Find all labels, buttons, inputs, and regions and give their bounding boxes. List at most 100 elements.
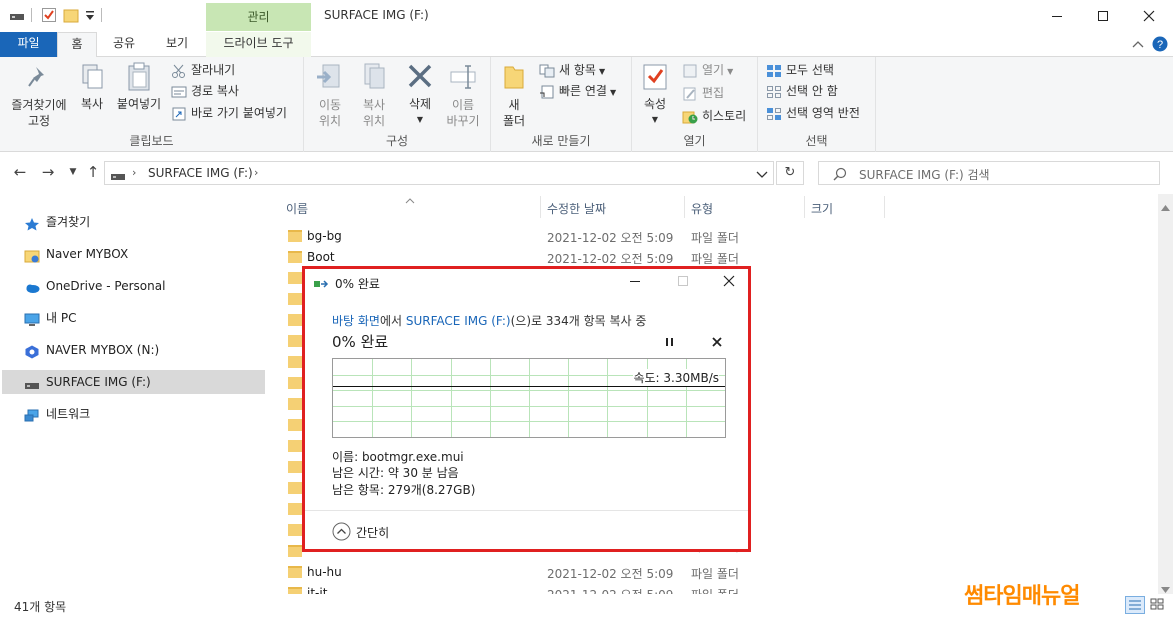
window-title: SURFACE IMG (F:) — [324, 8, 429, 22]
new-item-dropdown-icon[interactable]: ▼ — [599, 67, 605, 76]
sidebar-item-this-pc[interactable]: 내 PC — [2, 306, 265, 330]
fewer-details-label: 간단히 — [356, 526, 390, 540]
column-divider[interactable] — [540, 196, 541, 218]
column-header-type[interactable]: 유형 — [691, 200, 713, 217]
scroll-up-icon[interactable] — [1161, 200, 1170, 214]
history-button[interactable]: 히스토리 — [682, 106, 746, 126]
cut-button[interactable]: 잘라내기 — [171, 60, 235, 80]
dialog-close-button[interactable] — [721, 273, 737, 289]
column-divider[interactable] — [684, 196, 685, 218]
sidebar-item-network[interactable]: 네트워크 — [2, 402, 265, 426]
pin-to-quick-access-button[interactable]: 즐겨찾기에 고정 — [4, 61, 74, 129]
back-arrow-icon[interactable]: ← — [10, 161, 30, 183]
move-to-button[interactable]: 이동 위치 — [310, 61, 350, 129]
pin-label: 즐겨찾기에 고정 — [11, 98, 67, 128]
address-path[interactable]: SURFACE IMG (F:) — [148, 166, 253, 180]
maximize-button[interactable] — [1080, 0, 1126, 32]
copy-path-button[interactable]: 경로 복사 — [171, 81, 239, 101]
sidebar-item-naver-mybox-drive[interactable]: NAVER MYBOX (N:) — [2, 338, 265, 362]
column-header-size[interactable]: 크기 — [811, 200, 833, 217]
properties-check-icon[interactable] — [42, 8, 56, 22]
column-header-date[interactable]: 수정한 날짜 — [547, 200, 606, 217]
time-remaining: 남은 시간: 약 30 분 남음 — [332, 466, 459, 480]
new-folder-quick-icon[interactable] — [63, 7, 79, 23]
paste-shortcut-button[interactable]: 바로 가기 붙여넣기 — [171, 103, 287, 123]
cancel-copy-button[interactable] — [710, 335, 724, 349]
refresh-icon[interactable]: ↻ — [776, 161, 804, 185]
tab-home[interactable]: 홈 — [57, 32, 97, 58]
invert-selection-button[interactable]: 선택 영역 반전 — [766, 103, 860, 123]
breadcrumb-chevron-icon-2[interactable]: › — [254, 166, 258, 179]
select-group-label: 선택 — [805, 134, 828, 148]
column-divider[interactable] — [884, 196, 885, 218]
group-organize: 이동 위치 복사 위치 삭제 ▼ 이름 바꾸기 구성 — [304, 57, 491, 152]
large-icons-view-icon[interactable] — [1148, 596, 1168, 614]
search-input[interactable]: SURFACE IMG (F:) 검색 — [818, 161, 1160, 185]
new-folder-button[interactable]: 새 폴더 — [499, 61, 529, 129]
sidebar-item-surface-img[interactable]: SURFACE IMG (F:) — [2, 370, 265, 394]
tab-file[interactable]: 파일 — [0, 32, 57, 57]
vertical-scrollbar[interactable] — [1158, 194, 1173, 594]
tab-view[interactable]: 보기 — [152, 32, 202, 57]
easy-access-button[interactable]: 빠른 연결 ▼ — [539, 81, 616, 101]
delete-button[interactable]: 삭제 ▼ — [402, 61, 438, 127]
details-view-icon[interactable] — [1125, 596, 1145, 614]
table-row[interactable]: Boot 2021-12-02 오전 5:09 파일 폴더 — [268, 247, 1148, 268]
file-name: it-it — [307, 586, 328, 594]
table-row[interactable]: bg-bg 2021-12-02 오전 5:09 파일 폴더 — [268, 226, 1148, 247]
forward-arrow-icon[interactable]: → — [38, 161, 58, 183]
tab-share[interactable]: 공유 — [100, 32, 148, 57]
collapse-ribbon-icon[interactable] — [1132, 38, 1144, 50]
history-label: 히스토리 — [702, 109, 747, 123]
copy-button[interactable]: 복사 — [76, 61, 108, 112]
folder-icon — [288, 461, 302, 473]
folder-icon — [288, 356, 302, 368]
delete-dropdown-icon[interactable]: ▼ — [402, 112, 438, 127]
sidebar-item-onedrive[interactable]: OneDrive - Personal — [2, 274, 265, 298]
address-bar[interactable]: › SURFACE IMG (F:) › — [104, 161, 774, 185]
pause-button[interactable] — [663, 335, 677, 349]
sidebar-item-label: 네트워크 — [46, 407, 91, 421]
minimize-button[interactable] — [1034, 0, 1080, 32]
open-button[interactable]: 열기 ▼ — [682, 60, 733, 80]
paste-label: 붙여넣기 — [116, 97, 162, 111]
select-all-button[interactable]: 모두 선택 — [766, 60, 834, 80]
easy-access-dropdown-icon[interactable]: ▼ — [610, 88, 616, 97]
scissors-icon — [171, 64, 187, 78]
new-item-button[interactable]: 새 항목 ▼ — [539, 60, 605, 80]
properties-button[interactable]: 속성 ▼ — [638, 61, 672, 127]
column-header-name[interactable]: 이름 — [286, 200, 308, 217]
select-none-button[interactable]: 선택 안 함 — [766, 81, 838, 101]
recent-locations-icon[interactable]: ▼ — [63, 161, 83, 183]
up-arrow-icon[interactable]: ↑ — [83, 161, 103, 183]
destination-link[interactable]: SURFACE IMG (F:) — [406, 314, 511, 328]
qa-separator — [31, 8, 32, 22]
address-dropdown-icon[interactable] — [756, 168, 768, 178]
copy-description: 바탕 화면에서 SURFACE IMG (F:)(으)로 334개 항목 복사 … — [332, 312, 646, 329]
dialog-minimize-button[interactable] — [627, 273, 643, 289]
pin-icon — [24, 61, 54, 93]
sidebar-item-naver-mybox[interactable]: Naver MYBOX — [2, 242, 265, 266]
quick-access-dropdown-icon[interactable] — [86, 10, 100, 24]
source-link[interactable]: 바탕 화면 — [332, 314, 380, 328]
open-dropdown-icon[interactable]: ▼ — [727, 67, 733, 76]
copy-icon — [77, 61, 107, 93]
file-type: 파일 폴더 — [691, 567, 739, 581]
column-divider[interactable] — [804, 196, 805, 218]
close-button[interactable] — [1126, 0, 1172, 32]
folder-icon — [288, 566, 302, 578]
open-label: 열기 — [702, 63, 725, 77]
sidebar-item-quick-access[interactable]: 즐겨찾기 — [2, 210, 265, 234]
rename-button[interactable]: 이름 바꾸기 — [442, 61, 484, 129]
tab-drive-tools[interactable]: 드라이브 도구 — [206, 32, 311, 57]
paste-button[interactable]: 붙여넣기 — [114, 61, 164, 112]
edit-label: 편집 — [702, 86, 725, 100]
edit-button[interactable]: 편집 — [682, 83, 724, 103]
help-icon[interactable]: ? — [1152, 36, 1168, 52]
paste-shortcut-label: 바로 가기 붙여넣기 — [191, 106, 287, 120]
copy-to-button[interactable]: 복사 위치 — [354, 61, 394, 129]
breadcrumb-chevron-icon[interactable]: › — [132, 166, 136, 179]
properties-dropdown-icon[interactable]: ▼ — [638, 112, 672, 127]
file-name: hu-hu — [307, 565, 342, 579]
file-type: 파일 폴더 — [691, 252, 739, 266]
